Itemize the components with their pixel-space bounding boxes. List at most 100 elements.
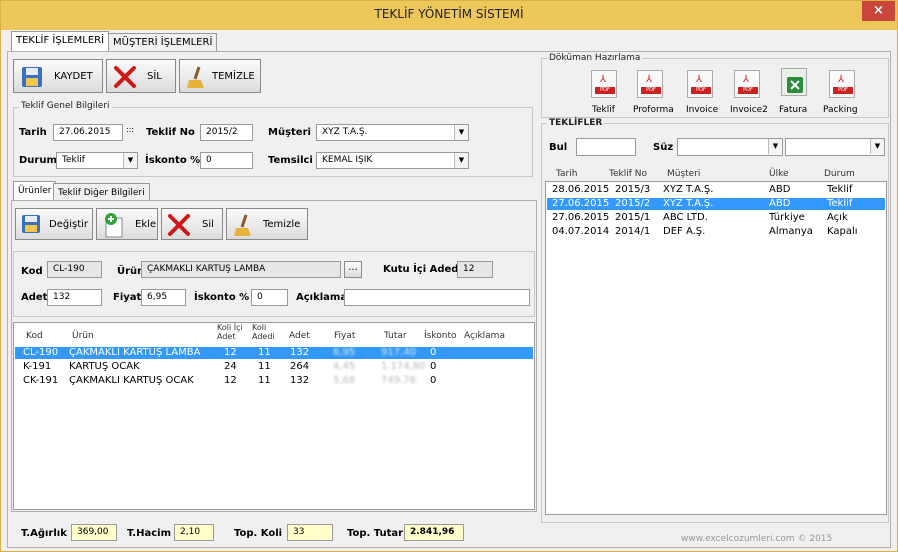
delete-button-label: SİL [147,70,162,82]
cell-discount: 0 [430,361,437,372]
chevron-down-icon[interactable]: ▼ [454,125,468,140]
col-header-product[interactable]: Ürün [72,331,94,341]
list-item[interactable]: 27.06.2015 2015/1 ABC LTD. Türkiye Açık [547,212,885,224]
item-delete-button-label: Sil [202,218,214,230]
change-button[interactable]: Değiştir [15,208,93,240]
code-input[interactable]: CL-190 [47,261,102,278]
doc-packing-label[interactable]: Packing [823,105,858,115]
doc-teklif-label[interactable]: Teklif [592,105,615,115]
col-header-qty[interactable]: Adet [289,331,310,341]
chevron-down-icon[interactable]: ▼ [454,153,468,168]
table-row[interactable]: K-191 KARTUŞ OCAK 24 11 264 4,45 1.174,8… [15,361,533,373]
browse-button[interactable]: ... [344,261,362,278]
representative-label: Temsilci [268,155,313,166]
cell-amount: 749,76 [381,375,416,386]
tab-musteri-islemleri[interactable]: MÜŞTERİ İŞLEMLERİ [108,33,218,53]
chevron-down-icon[interactable]: ▼ [123,153,137,168]
close-button[interactable]: × [862,1,895,21]
offers-list[interactable]: 28.06.2015 2015/3 XYZ T.A.Ş. ABD Teklif … [545,181,887,515]
pdf-invoice2-icon[interactable]: ⅄ PDF [734,70,760,98]
offer-status: Teklif [827,184,853,195]
offer-country: Türkiye [769,212,805,223]
cell-code: CK-191 [23,375,59,386]
customer-label: Müşteri [268,127,311,138]
col-header-price[interactable]: Fiyat [334,331,355,341]
list-item[interactable]: 28.06.2015 2015/3 XYZ T.A.Ş. ABD Teklif [547,184,885,196]
broom-icon [234,214,251,236]
add-button[interactable]: Ekle [96,208,158,240]
offers-header-no[interactable]: Teklif No [609,169,647,179]
filter-field-combo[interactable]: ▼ [677,138,783,156]
table-row[interactable]: CK-191 ÇAKMAKLI KARTUŞ OCAK 12 11 132 5,… [15,375,533,387]
pdf-teklif-icon[interactable]: ⅄ PDF [591,70,617,98]
broom-icon [187,66,204,88]
col-header-amount[interactable]: Tutar [384,331,407,341]
save-button[interactable]: KAYDET [13,59,103,93]
doc-invoice2-label[interactable]: Invoice2 [730,105,768,115]
code-label: Kod [21,266,43,277]
excel-fatura-icon[interactable] [781,68,807,96]
representative-combo[interactable]: KEMAL IŞIK ▼ [316,152,469,169]
item-delete-button[interactable]: Sil [161,208,223,240]
price-label: Fiyat [113,292,142,303]
offers-header-date[interactable]: Tarih [556,169,577,179]
discount-label: İskonto % [145,155,201,166]
date-picker-button[interactable]: ::: [126,125,134,134]
delete-button[interactable]: SİL [106,59,176,93]
status-label: Durum [19,155,57,166]
doc-proforma-label[interactable]: Proforma [633,105,674,115]
customer-combo[interactable]: XYZ T.A.Ş. ▼ [316,124,469,141]
list-item[interactable]: 04.07.2014 2014/1 DEF A.Ş. Almanya Kapal… [547,226,885,238]
col-header-box-count[interactable]: Koli Adedi [252,323,280,341]
date-label: Tarih [19,127,47,138]
find-input[interactable] [576,138,636,156]
filter-value-combo[interactable]: ▼ [785,138,885,156]
pdf-invoice-icon[interactable]: ⅄ PDF [687,70,713,98]
item-clear-button[interactable]: Temizle [226,208,308,240]
price-input[interactable]: 6,95 [141,289,186,306]
offer-no-label: Teklif No [146,127,195,138]
chevron-down-icon[interactable]: ▼ [768,139,782,154]
col-header-box-qty[interactable]: Koli İçi Adet [217,323,249,341]
cell-product: KARTUŞ OCAK [69,361,140,372]
offer-customer: XYZ T.A.Ş. [663,184,714,195]
window-title: TEKLİF YÖNETİM SİSTEMİ [374,7,524,21]
clear-button-label: TEMİZLE [212,70,255,82]
pdf-proforma-icon[interactable]: ⅄ PDF [637,70,663,98]
offers-header-customer[interactable]: Müşteri [667,169,700,179]
discount-input[interactable]: 0 [200,152,253,169]
documents-title: Döküman Hazırlama [547,53,643,63]
clear-button[interactable]: TEMİZLE [179,59,261,93]
items-table[interactable]: Kod Ürün Koli İçi Adet Koli Adedi Adet F… [13,322,535,510]
pdf-packing-icon[interactable]: ⅄ PDF [829,70,855,98]
col-header-discount[interactable]: İskonto [424,331,456,341]
tab-urunler[interactable]: Ürünler [13,181,57,201]
cell-box-count: 11 [258,347,271,358]
tab-teklif-diger-bilgileri[interactable]: Teklif Diğer Bilgileri [53,183,150,201]
col-header-code[interactable]: Kod [26,331,43,341]
box-qty-input[interactable]: 12 [457,261,493,278]
cell-amount: 1.174,80 [381,361,426,372]
item-discount-input[interactable]: 0 [251,289,288,306]
chevron-down-icon[interactable]: ▼ [870,139,884,154]
qty-input[interactable]: 132 [47,289,102,306]
tab-teklif-islemleri[interactable]: TEKLİF İŞLEMLERİ [11,31,110,53]
total-volume-value: 2,10 [174,524,214,541]
offers-header-status[interactable]: Durum [824,169,855,179]
col-header-note[interactable]: Açıklama [464,331,505,341]
cell-price: 4,45 [333,361,356,372]
doc-invoice-label[interactable]: Invoice [686,105,718,115]
doc-fatura-label[interactable]: Fatura [779,105,807,115]
table-row[interactable]: CL-190 ÇAKMAKLI KARTUŞ LAMBA 12 11 132 6… [15,347,533,359]
date-input[interactable]: 27.06.2015 [53,124,123,141]
offer-no-input[interactable]: 2015/2 [200,124,253,141]
offer-customer: ABC LTD. [663,212,708,223]
excel-icon [787,77,803,93]
note-input[interactable] [344,289,530,306]
offers-header-country[interactable]: Ülke [769,169,789,179]
product-input[interactable]: ÇAKMAKLI KARTUŞ LAMBA [141,261,341,278]
customer-value: XYZ T.A.Ş. [322,127,368,137]
status-combo[interactable]: Teklif ▼ [56,152,138,169]
list-item[interactable]: 27.06.2015 2015/2 XYZ T.A.Ş. ABD Teklif [547,198,885,210]
offer-no: 2015/3 [615,184,651,195]
